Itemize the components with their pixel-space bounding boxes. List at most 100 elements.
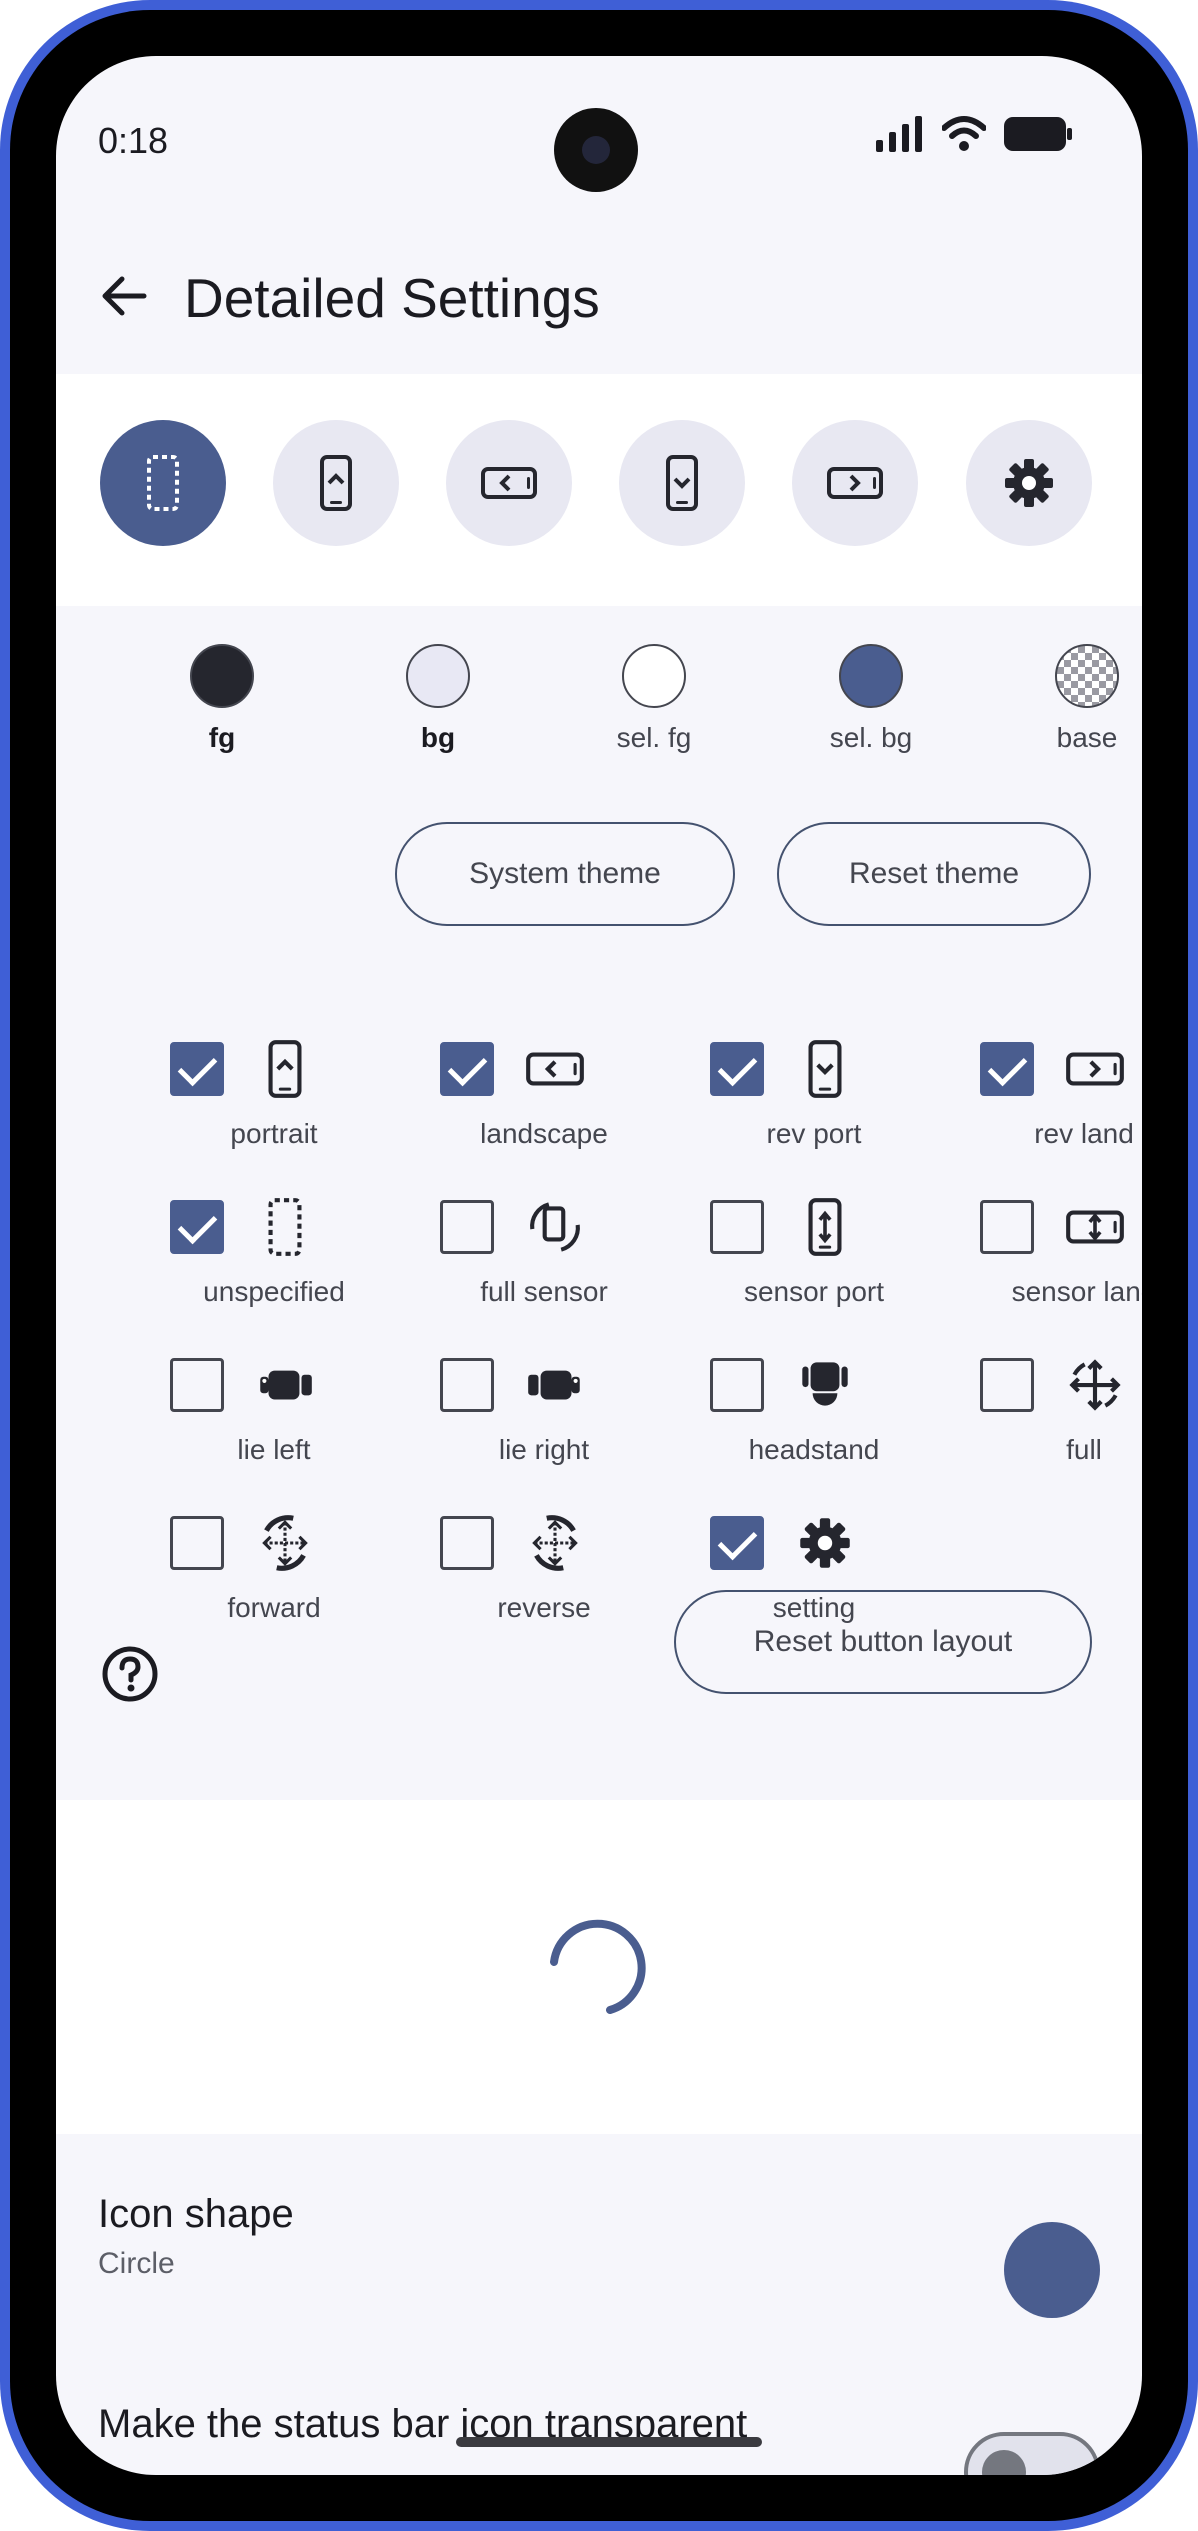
option-icon-wrap: [516, 1504, 594, 1582]
rev-land-icon: [827, 467, 883, 499]
preview-button-rev-land[interactable]: [792, 420, 918, 546]
system-theme-button[interactable]: System theme: [395, 822, 735, 926]
back-arrow-icon[interactable]: [94, 266, 154, 326]
option-rev-land[interactable]: rev land: [964, 1026, 1142, 1166]
option-label: rev port: [766, 1118, 862, 1149]
gear-icon: [800, 1518, 850, 1568]
reset-button-layout-button[interactable]: Reset button layout: [674, 1590, 1092, 1694]
option-icon-wrap: [786, 1030, 864, 1108]
option-lie-right[interactable]: lie right: [424, 1342, 694, 1482]
transparent-toggle[interactable]: [964, 2432, 1100, 2475]
checkbox[interactable]: [710, 1200, 764, 1254]
option-sensor-land[interactable]: sensor land: [964, 1184, 1142, 1324]
option-reverse[interactable]: reverse: [424, 1500, 694, 1640]
checkbox[interactable]: [170, 1358, 224, 1412]
phone-bezel: 0:18 Detailed Settings fg bg sel. fg sel. b…: [10, 10, 1188, 2521]
option-icon-wrap: [246, 1346, 324, 1424]
option-full-sensor[interactable]: full sensor: [424, 1184, 694, 1324]
option-sensor-port[interactable]: sensor port: [694, 1184, 964, 1324]
option-icon-wrap: [1056, 1188, 1134, 1266]
option-portrait[interactable]: portrait: [154, 1026, 424, 1166]
signal-icon: [876, 116, 922, 152]
checkbox[interactable]: [440, 1516, 494, 1570]
gear-icon: [1005, 459, 1053, 507]
rev-port-icon: [666, 455, 698, 511]
page-title: Detailed Settings: [184, 267, 600, 329]
option-icon-wrap: [516, 1030, 594, 1108]
swatch-label: fg: [208, 722, 236, 753]
reset-theme-button[interactable]: Reset theme: [777, 822, 1091, 926]
option-icon-wrap: [246, 1504, 324, 1582]
option-icon-wrap: [786, 1346, 864, 1424]
checkbox[interactable]: [710, 1516, 764, 1570]
option-label: portrait: [230, 1118, 318, 1149]
front-camera: [554, 108, 638, 192]
option-label: reverse: [497, 1592, 591, 1623]
checkbox[interactable]: [710, 1358, 764, 1412]
checkbox[interactable]: [980, 1358, 1034, 1412]
option-unspecified[interactable]: unspecified: [154, 1184, 424, 1324]
preview-button-landscape[interactable]: [446, 420, 572, 546]
option-label: landscape: [480, 1118, 608, 1149]
checkbox[interactable]: [170, 1516, 224, 1570]
lie-left-icon: [260, 1370, 312, 1400]
option-headstand[interactable]: headstand: [694, 1342, 964, 1482]
icon-shape-value: Circle: [98, 2247, 175, 2280]
option-landscape[interactable]: landscape: [424, 1026, 694, 1166]
portrait-icon: [320, 455, 352, 511]
option-rev-port[interactable]: rev port: [694, 1026, 964, 1166]
status-bar: 0:18: [56, 56, 1142, 192]
checkbox[interactable]: [980, 1042, 1034, 1096]
icon-shape-preview[interactable]: [1004, 2222, 1100, 2318]
swatch-label: sel. bg: [829, 722, 913, 753]
swatch-label: base: [1056, 722, 1118, 753]
loading-spinner: [550, 1919, 646, 2014]
option-icon-wrap: [516, 1346, 594, 1424]
option-lie-left[interactable]: lie left: [154, 1342, 424, 1482]
status-time: 0:18: [98, 120, 169, 161]
checkbox[interactable]: [440, 1200, 494, 1254]
preview-button-portrait[interactable]: [273, 420, 399, 546]
checkbox[interactable]: [980, 1200, 1034, 1254]
rev-port-icon: [808, 1040, 842, 1098]
option-full[interactable]: full: [964, 1342, 1142, 1482]
checkbox[interactable]: [440, 1042, 494, 1096]
app-bar: Detailed Settings: [56, 236, 1142, 356]
checkbox[interactable]: [710, 1042, 764, 1096]
loading-panel: [56, 1800, 1142, 2134]
landscape-icon: [481, 467, 537, 499]
option-label: lie right: [498, 1434, 590, 1465]
home-indicator[interactable]: [456, 2437, 762, 2447]
system-icons: [876, 116, 1072, 152]
preview-button-rev-port[interactable]: [619, 420, 745, 546]
icon-shape-title: Icon shape: [98, 2192, 294, 2236]
option-label: sensor port: [743, 1276, 885, 1307]
option-label: sensor land: [1011, 1276, 1142, 1307]
swatch-fg[interactable]: [190, 644, 254, 708]
swatch-label: sel. fg: [616, 722, 692, 753]
swatch-sel--bg[interactable]: [839, 644, 903, 708]
option-forward[interactable]: forward: [154, 1500, 424, 1640]
portrait-icon: [268, 1040, 302, 1098]
phone-frame: 0:18 Detailed Settings fg bg sel. fg sel. b…: [0, 0, 1198, 2531]
unspecified-icon: [268, 1198, 302, 1256]
help-icon[interactable]: [100, 1644, 160, 1704]
unspecified-icon: [147, 455, 179, 511]
option-label: forward: [227, 1592, 321, 1623]
headstand-icon: [802, 1362, 848, 1406]
checkbox[interactable]: [170, 1042, 224, 1096]
option-icon-wrap: [1056, 1346, 1134, 1424]
swatch-base[interactable]: [1055, 644, 1119, 708]
option-label: unspecified: [203, 1276, 345, 1307]
option-icon-wrap: [1056, 1030, 1134, 1108]
option-label: full: [1066, 1434, 1102, 1465]
checkbox[interactable]: [170, 1200, 224, 1254]
swatch-sel--fg[interactable]: [622, 644, 686, 708]
icon-shape-pref[interactable]: Icon shape Circle: [98, 2192, 294, 2281]
preview-button-unspecified[interactable]: [100, 420, 226, 546]
swatch-bg[interactable]: [406, 644, 470, 708]
full-sensor-icon: [530, 1202, 580, 1252]
option-icon-wrap: [786, 1188, 864, 1266]
checkbox[interactable]: [440, 1358, 494, 1412]
preview-button-gear[interactable]: [966, 420, 1092, 546]
